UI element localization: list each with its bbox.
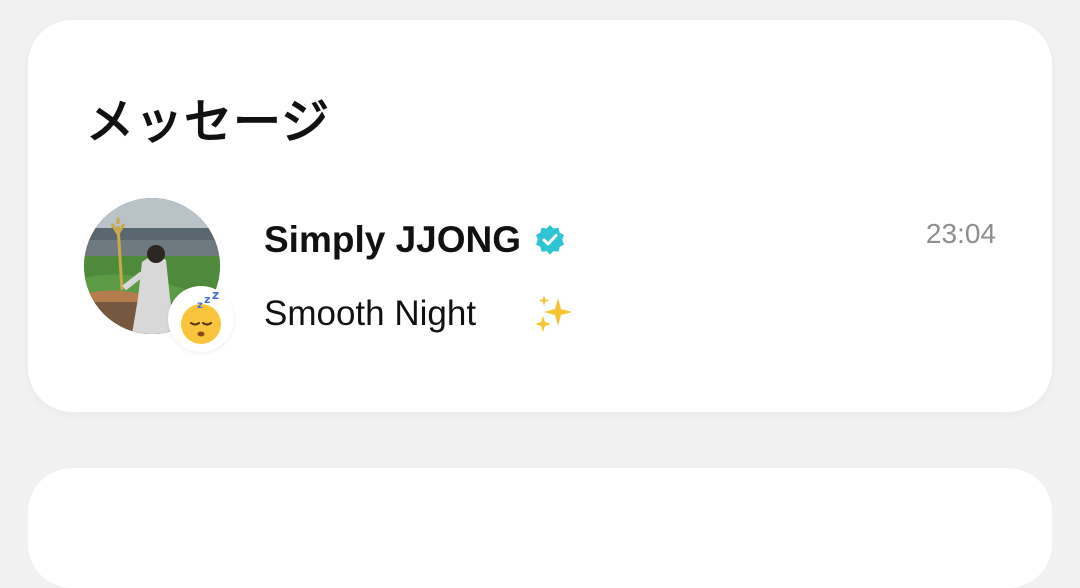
sender-line: Simply JJONG xyxy=(264,218,567,262)
sleeping-face-icon: z z z xyxy=(181,288,221,344)
card-title: メッセージ xyxy=(86,94,331,150)
message-timestamp: 23:04 xyxy=(925,218,996,249)
next-card xyxy=(28,468,1052,588)
status-badge: z z z xyxy=(168,286,234,352)
message-preview: Smooth Night xyxy=(264,292,576,336)
svg-text:z: z xyxy=(204,293,210,306)
svg-text:z: z xyxy=(212,288,219,302)
svg-text:z: z xyxy=(197,300,203,311)
sparkles-icon xyxy=(532,292,576,336)
conversation-list-item[interactable]: z z z Simply JJONG 23:04 Smooth Night xyxy=(28,190,1052,352)
sender-name: Simply JJONG xyxy=(264,219,522,260)
crescent-moon-icon xyxy=(492,293,528,335)
preview-text: Smooth Night xyxy=(264,294,477,333)
verified-badge-icon xyxy=(533,223,567,257)
messages-card: メッセージ z z z Simply JJONG 23:04 Smooth Ni… xyxy=(28,20,1052,412)
